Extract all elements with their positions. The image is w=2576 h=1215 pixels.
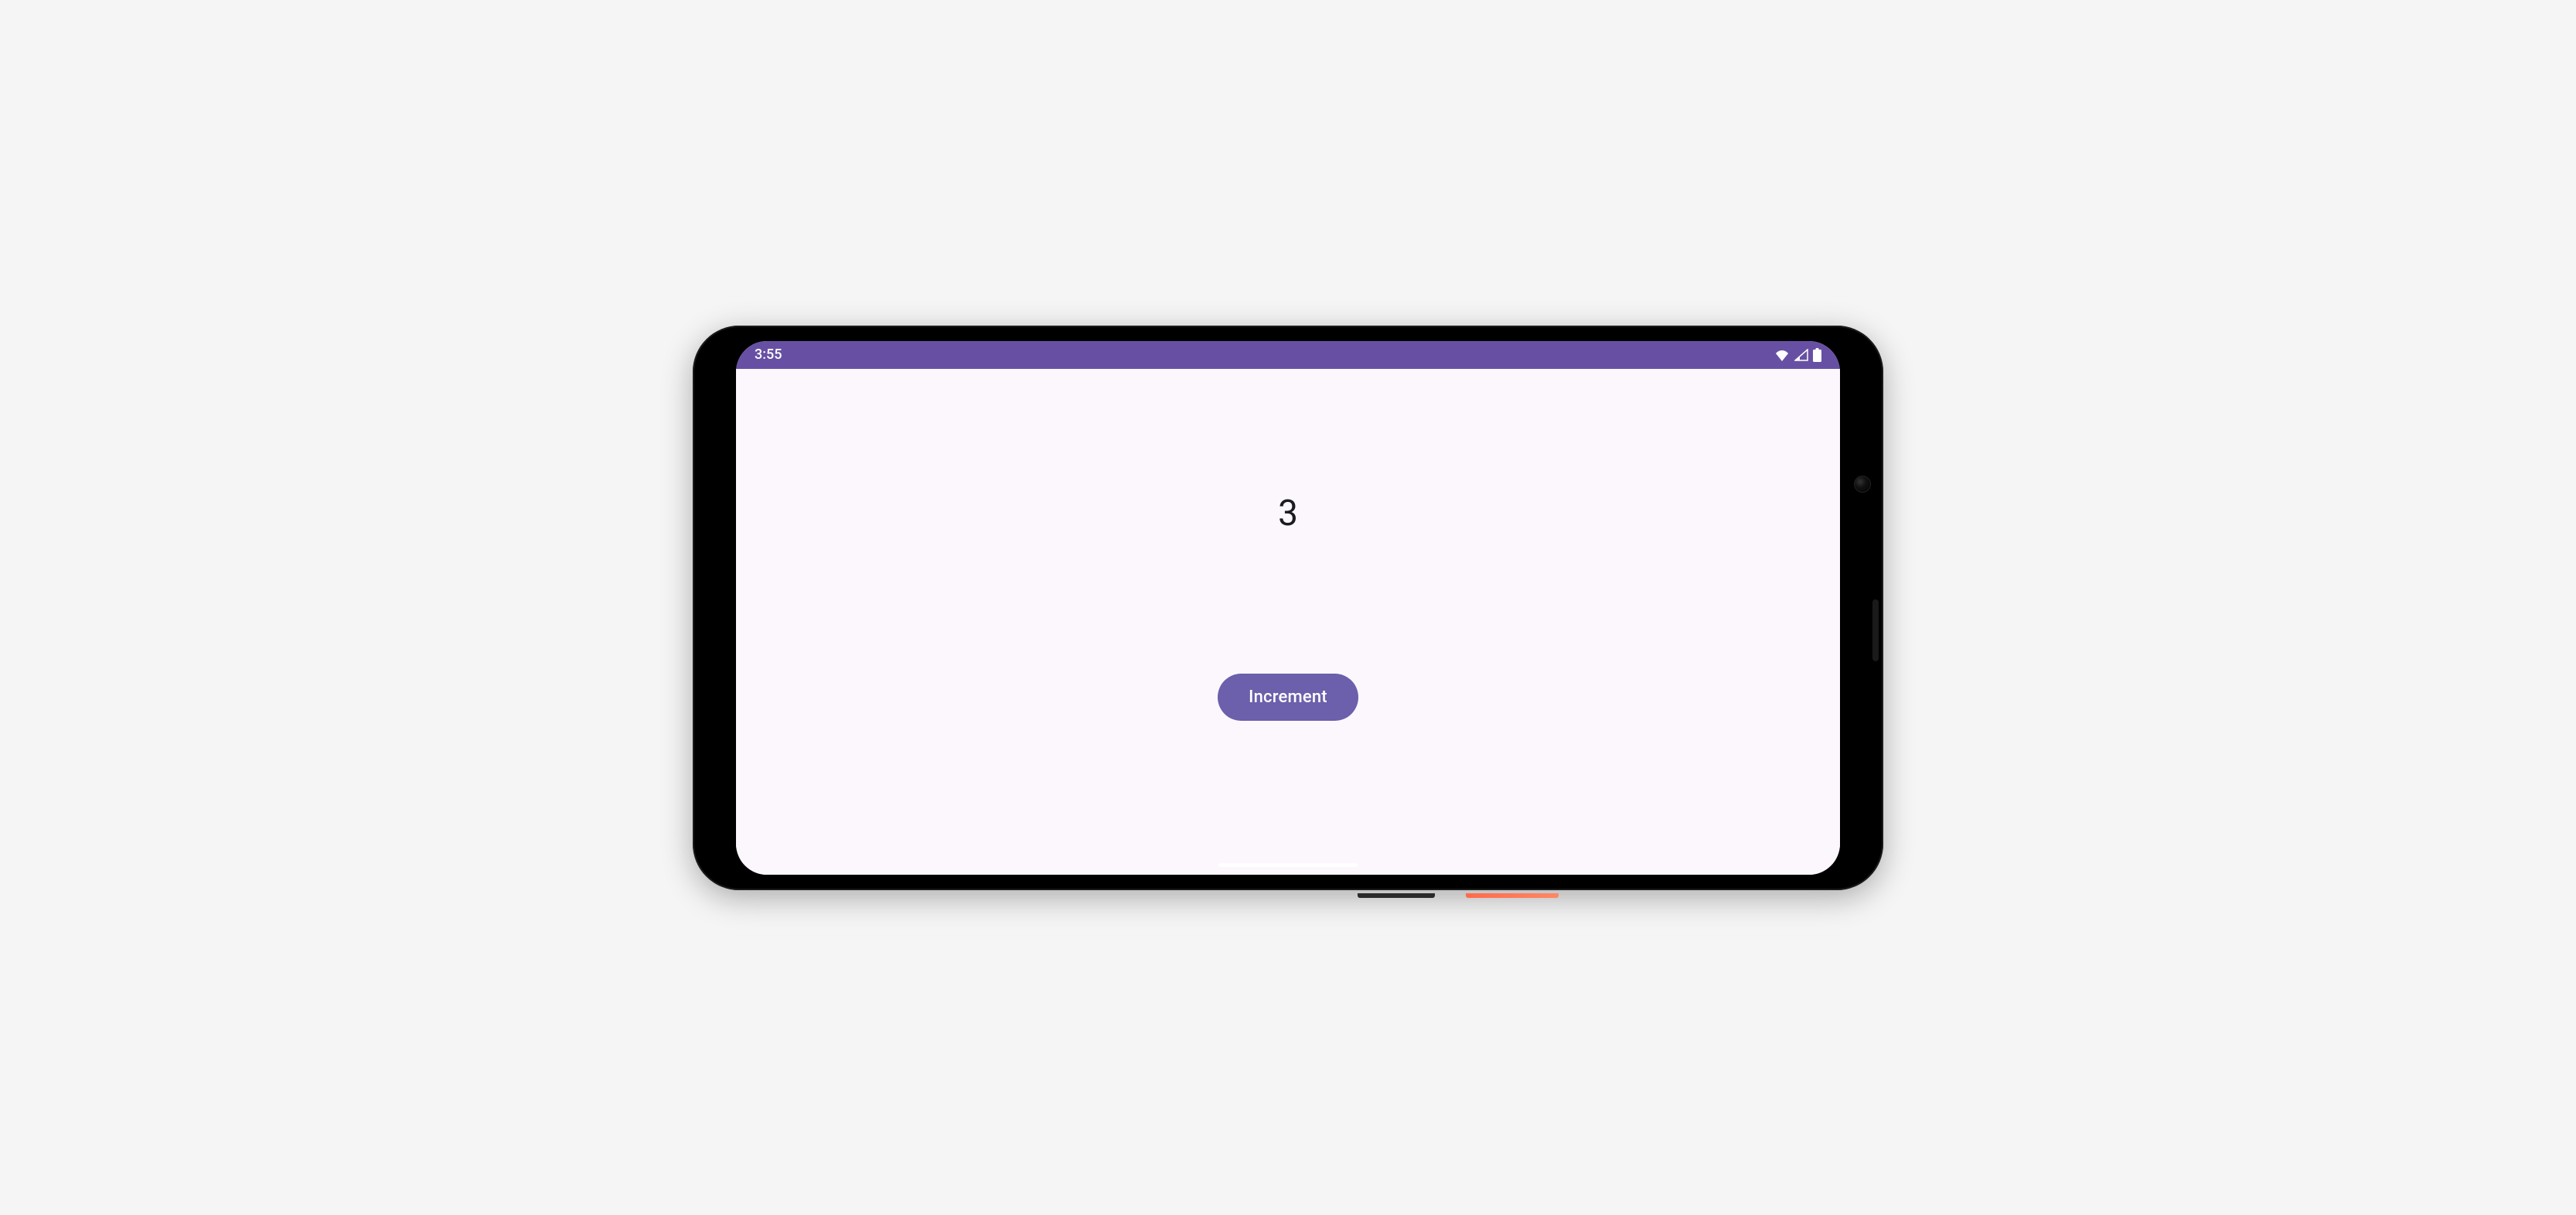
device-frame: 3:55 [693, 326, 1883, 890]
increment-button[interactable]: Increment [1218, 674, 1358, 721]
battery-icon [1813, 348, 1821, 362]
status-bar: 3:55 [736, 341, 1840, 369]
screen: 3:55 [736, 341, 1840, 875]
status-time: 3:55 [755, 346, 782, 363]
wifi-icon [1774, 349, 1790, 361]
status-bar-right [1774, 348, 1821, 362]
cellular-signal-icon [1794, 349, 1808, 361]
power-button [1466, 893, 1559, 898]
navigation-handle[interactable] [1218, 863, 1358, 867]
speaker-grille [1872, 599, 1879, 661]
device-inner: 3:55 [731, 336, 1845, 879]
counter-value: 3 [1278, 493, 1298, 534]
volume-button [1358, 893, 1435, 898]
status-bar-left: 3:55 [755, 346, 782, 363]
app-content: 3 Increment [736, 369, 1840, 875]
front-camera [1854, 476, 1871, 493]
